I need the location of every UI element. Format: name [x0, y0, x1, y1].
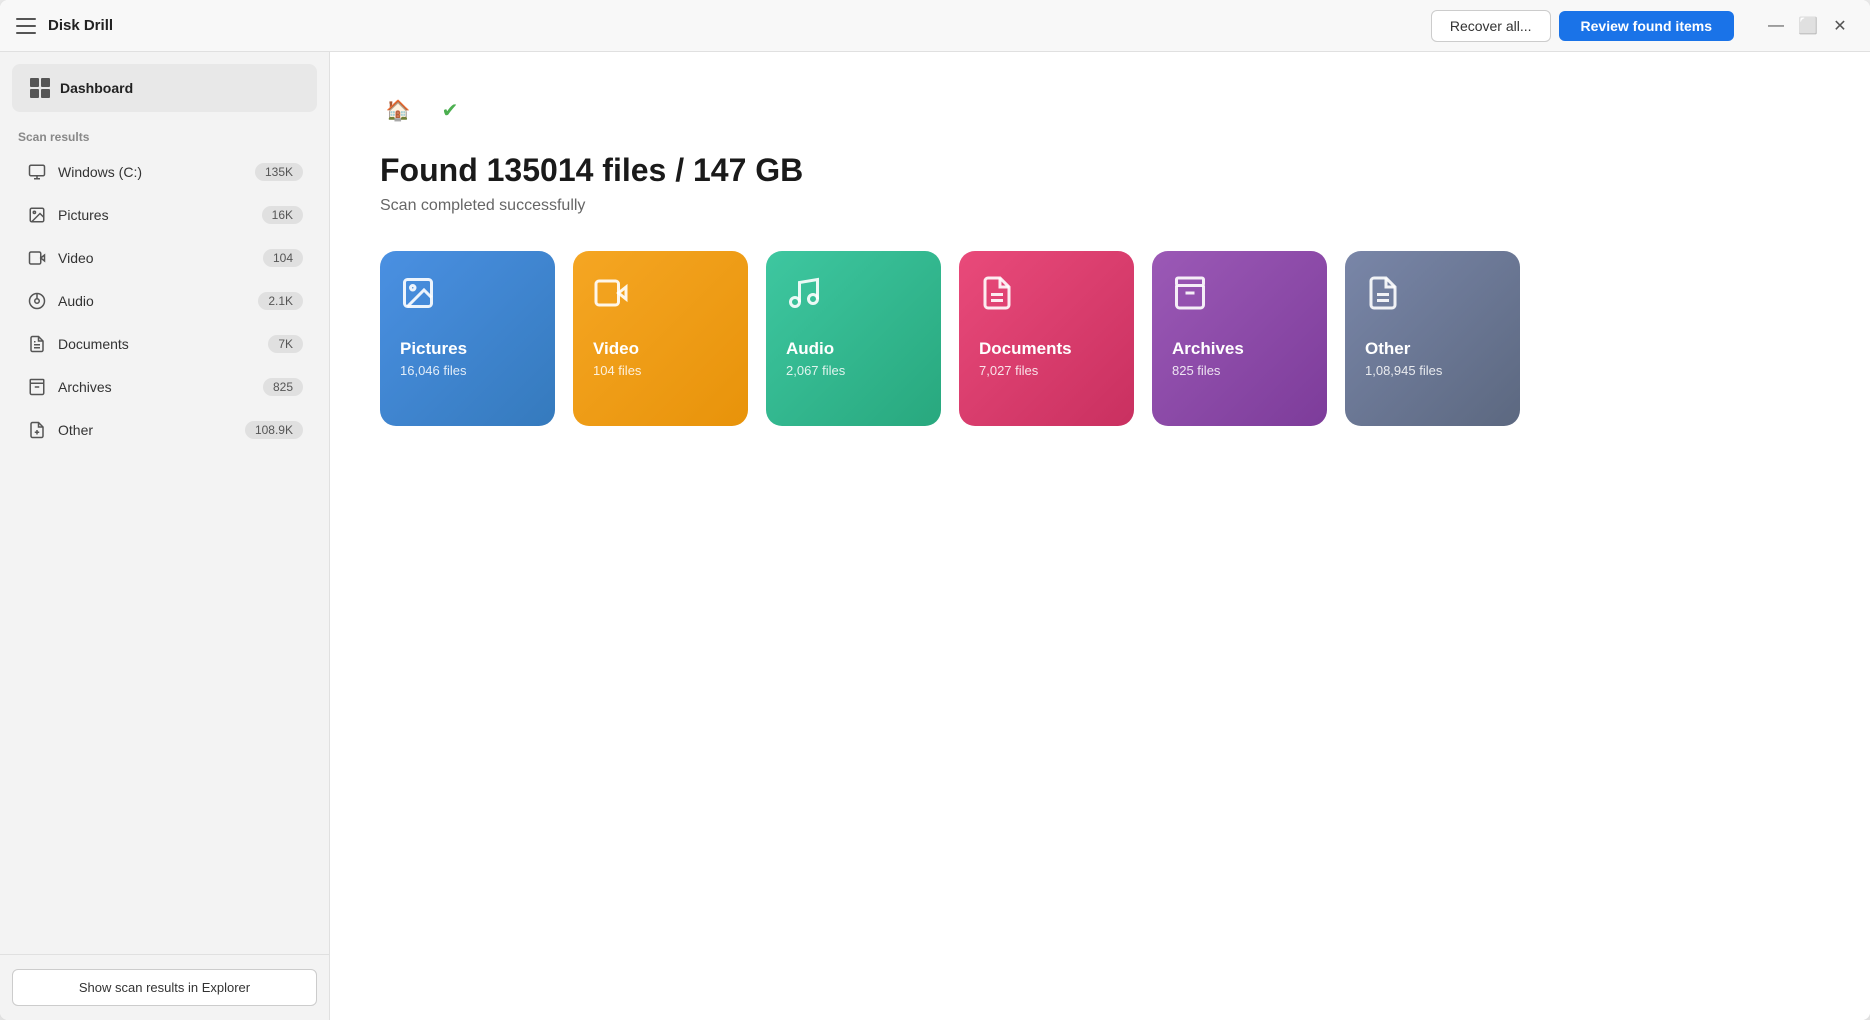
app-title: Disk Drill	[48, 17, 113, 34]
category-cards: Pictures 16,046 files Video 104 files Au…	[380, 251, 1820, 426]
category-card-name-documents: Documents	[979, 339, 1114, 359]
sidebar-item-label-video: Video	[58, 250, 253, 266]
sidebar-item-badge-archives: 825	[263, 378, 303, 396]
archives-icon	[26, 376, 48, 398]
sidebar-item-badge-windows-c: 135K	[255, 163, 303, 181]
category-card-audio[interactable]: Audio 2,067 files	[766, 251, 941, 426]
sidebar-item-documents[interactable]: Documents 7K	[8, 323, 321, 365]
title-bar: Disk Drill Recover all... Review found i…	[0, 0, 1870, 52]
other-icon	[26, 419, 48, 441]
category-card-count-archives: 825 files	[1172, 363, 1307, 378]
category-card-other[interactable]: Other 1,08,945 files	[1345, 251, 1520, 426]
sidebar-dashboard-label: Dashboard	[60, 80, 133, 96]
sidebar-item-pictures[interactable]: Pictures 16K	[8, 194, 321, 236]
sidebar-item-badge-other: 108.9K	[245, 421, 303, 439]
sidebar-footer: Show scan results in Explorer	[0, 954, 329, 1020]
documents-card-icon	[979, 275, 1114, 319]
documents-icon	[26, 333, 48, 355]
category-card-name-other: Other	[1365, 339, 1500, 359]
minimize-button[interactable]: —	[1762, 12, 1790, 40]
sidebar-item-archives[interactable]: Archives 825	[8, 366, 321, 408]
sidebar-section-title: Scan results	[0, 116, 329, 150]
title-bar-actions: Recover all... Review found items	[1431, 10, 1734, 42]
home-button[interactable]: 🏠	[380, 92, 416, 128]
sidebar-item-other[interactable]: Other 108.9K	[8, 409, 321, 451]
page-title: Found 135014 files / 147 GB	[380, 152, 1820, 189]
sidebar-item-video[interactable]: Video 104	[8, 237, 321, 279]
category-card-count-documents: 7,027 files	[979, 363, 1114, 378]
app-body: Dashboard Scan results Windows (C:) 135K…	[0, 52, 1870, 1020]
sidebar-item-label-archives: Archives	[58, 379, 253, 395]
dashboard-icon	[30, 78, 50, 98]
sidebar-item-badge-pictures: 16K	[262, 206, 303, 224]
menu-icon[interactable]	[16, 18, 36, 34]
category-card-name-pictures: Pictures	[400, 339, 535, 359]
sidebar-item-badge-documents: 7K	[268, 335, 303, 353]
category-card-count-pictures: 16,046 files	[400, 363, 535, 378]
toolbar-row: 🏠 ✔	[380, 92, 1820, 128]
sidebar-items-container: Windows (C:) 135K Pictures 16K Video 104…	[0, 150, 329, 452]
page-subtitle: Scan completed successfully	[380, 197, 1820, 215]
sidebar-item-badge-audio: 2.1K	[258, 292, 303, 310]
show-explorer-button[interactable]: Show scan results in Explorer	[12, 969, 317, 1006]
category-card-archives[interactable]: Archives 825 files	[1152, 251, 1327, 426]
category-card-count-audio: 2,067 files	[786, 363, 921, 378]
video-icon	[26, 247, 48, 269]
sidebar-item-audio[interactable]: Audio 2.1K	[8, 280, 321, 322]
category-card-name-video: Video	[593, 339, 728, 359]
home-icon: 🏠	[386, 98, 411, 123]
category-card-video[interactable]: Video 104 files	[573, 251, 748, 426]
sidebar-item-label-other: Other	[58, 422, 235, 438]
main-content: 🏠 ✔ Found 135014 files / 147 GB Scan com…	[330, 52, 1870, 1020]
recover-all-button[interactable]: Recover all...	[1431, 10, 1551, 42]
sidebar-item-label-audio: Audio	[58, 293, 248, 309]
sidebar-item-windows-c[interactable]: Windows (C:) 135K	[8, 151, 321, 193]
category-card-name-archives: Archives	[1172, 339, 1307, 359]
audio-card-icon	[786, 275, 921, 319]
category-card-count-video: 104 files	[593, 363, 728, 378]
sidebar-item-label-documents: Documents	[58, 336, 258, 352]
category-card-count-other: 1,08,945 files	[1365, 363, 1500, 378]
pictures-icon	[26, 204, 48, 226]
app-window: Disk Drill Recover all... Review found i…	[0, 0, 1870, 1020]
check-button[interactable]: ✔	[432, 92, 468, 128]
audio-icon	[26, 290, 48, 312]
category-card-documents[interactable]: Documents 7,027 files	[959, 251, 1134, 426]
sidebar: Dashboard Scan results Windows (C:) 135K…	[0, 52, 330, 1020]
window-controls: — ⬜ ✕	[1762, 12, 1854, 40]
maximize-button[interactable]: ⬜	[1794, 12, 1822, 40]
video-card-icon	[593, 275, 728, 319]
review-found-button[interactable]: Review found items	[1559, 11, 1734, 41]
windows-c-icon	[26, 161, 48, 183]
close-button[interactable]: ✕	[1826, 12, 1854, 40]
category-card-name-audio: Audio	[786, 339, 921, 359]
check-icon: ✔	[442, 98, 459, 123]
other-card-icon	[1365, 275, 1500, 319]
sidebar-item-badge-video: 104	[263, 249, 303, 267]
category-card-pictures[interactable]: Pictures 16,046 files	[380, 251, 555, 426]
sidebar-item-label-pictures: Pictures	[58, 207, 252, 223]
sidebar-dashboard[interactable]: Dashboard	[12, 64, 317, 112]
pictures-card-icon	[400, 275, 535, 319]
sidebar-item-label-windows-c: Windows (C:)	[58, 164, 245, 180]
archives-card-icon	[1172, 275, 1307, 319]
